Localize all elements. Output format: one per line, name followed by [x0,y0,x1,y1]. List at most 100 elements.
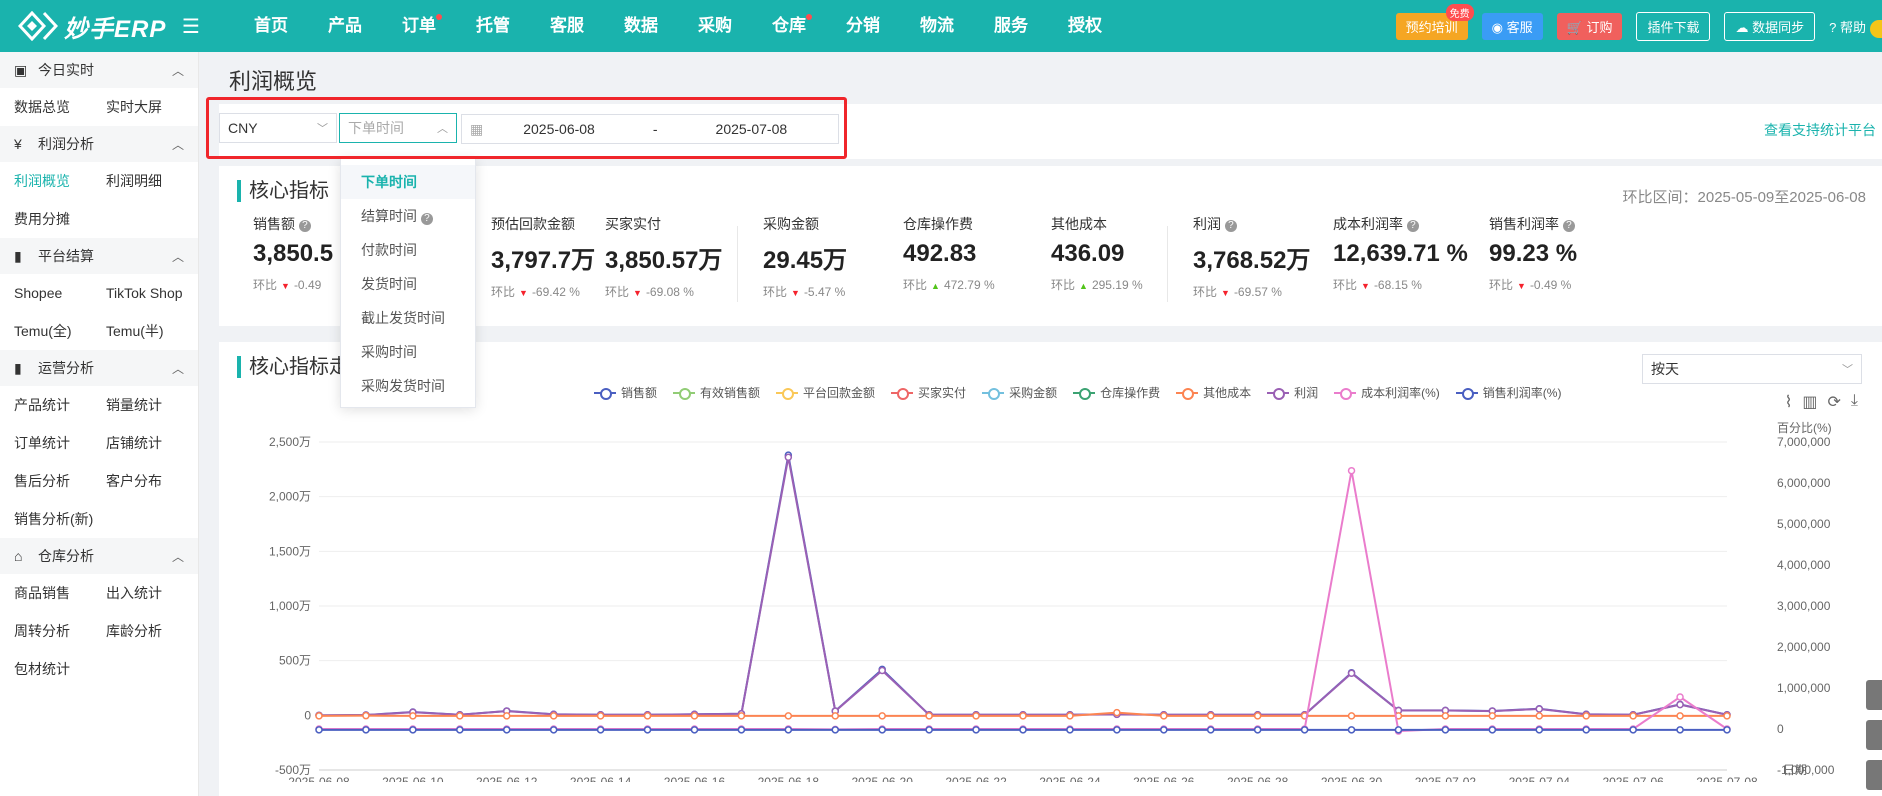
metric-label: 销售额 ? [253,214,333,234]
sidebar-item[interactable]: 订单统计 [14,424,106,462]
nav-item[interactable]: 物流 [900,0,974,52]
date-end[interactable]: 2025-07-08 [716,121,788,137]
dropdown-option-label: 结算时间 [361,208,417,224]
sidebar-sub-items: 利润概览 利润明细 费用分摊 [0,162,198,238]
sidebar-section-header[interactable]: ▮ 平台结算 ︿ [0,238,198,274]
nav-item[interactable]: 首页 [234,0,308,52]
sidebar-item[interactable]: 产品统计 [14,386,106,424]
sidebar-section-header[interactable]: ¥ 利润分析 ︿ [0,126,198,162]
sidebar-item[interactable]: 销售分析(新) [14,500,106,538]
sidebar-item[interactable]: 利润明细 [106,162,206,200]
dropdown-option[interactable]: 采购发货时间 [341,369,475,403]
metric-label: 买家实付 [605,214,722,234]
nav-item-label: 分销 [846,16,880,35]
sidebar-section-header[interactable]: ▮ 运营分析 ︿ [0,350,198,386]
data-point [1676,693,1684,701]
sidebar-item[interactable]: 店铺统计 [106,424,206,462]
logo[interactable]: 妙手ERP [0,9,200,44]
notification-dot [436,14,442,20]
data-point [1066,712,1074,720]
sidebar-item[interactable]: 实时大屏 [106,88,206,126]
sidebar-item[interactable]: 包材统计 [14,650,106,688]
nav-item[interactable]: 服务 [974,0,1048,52]
side-float-button[interactable] [1866,680,1882,710]
data-point [1535,705,1544,713]
nav-item[interactable]: 客服 [530,0,604,52]
dropdown-option[interactable]: 下单时间 [341,165,475,199]
metric-value: 99.23 % [1489,240,1578,267]
compare-label: 环比 [605,285,630,299]
side-float-button[interactable] [1866,720,1882,750]
data-point [315,726,323,734]
subscribe-button[interactable]: 🛒 订购 [1556,12,1623,40]
y-right-tick-label: 3,000,000 [1777,599,1831,613]
menu-toggle-icon[interactable]: ☰ [182,14,204,39]
sidebar-item[interactable]: Temu(半) [106,312,206,350]
side-float-button[interactable] [1866,760,1882,790]
data-point [1347,712,1356,720]
question-icon: ? [1829,19,1837,35]
help-link[interactable]: ? 帮助 [1829,17,1866,36]
plugin-download-button[interactable]: 插件下载 [1636,11,1711,41]
nav-item-label: 托管 [476,16,510,35]
date-range-picker[interactable]: ▦ 2025-06-08 - 2025-07-08 [461,114,839,144]
chevron-up-icon: ︿ [171,63,184,78]
data-point [1113,726,1121,734]
currency-select[interactable]: CNY ﹀ [219,113,337,143]
sidebar-item[interactable]: 周转分析 [14,612,106,650]
dropdown-option[interactable]: 结算时间 ? [341,199,475,233]
sidebar-item[interactable]: 数据总览 [14,88,106,126]
help-icon[interactable]: ? [1224,220,1237,232]
main-nav: 首页 产品 订单 托管 客服 数据 采购 仓库 分销 物流 服务 授权 [234,0,1122,52]
dropdown-option-label: 采购时间 [361,344,417,360]
dropdown-option[interactable]: 截止发货时间 [341,301,475,335]
nav-item[interactable]: 仓库 [752,0,826,52]
nav-item[interactable]: 授权 [1048,0,1122,52]
time-type-select[interactable]: 下单时间 ︿ [339,113,457,143]
x-tick-label: 2025-06-20 [852,775,914,782]
support-platforms-link[interactable]: 查看支持统计平台 [1764,120,1876,140]
dropdown-option[interactable]: 付款时间 [341,233,475,267]
chat-icon: ◉ [1491,19,1503,35]
sidebar-section-header[interactable]: ⌂ 仓库分析 ︿ [0,538,198,574]
currency-value: CNY [228,120,258,136]
dropdown-option[interactable]: 采购时间 [341,335,475,369]
data-point [643,712,652,720]
sidebar-item[interactable]: TikTok Shop [106,274,206,312]
data-point [1253,726,1262,734]
help-icon[interactable]: ? [298,220,311,232]
sidebar-item[interactable]: Shopee [14,274,106,312]
metric-label-text: 销售额 [253,216,295,232]
date-start[interactable]: 2025-06-08 [523,121,595,137]
nav-item[interactable]: 产品 [308,0,382,52]
sidebar-section-header[interactable]: ▣ 今日实时 ︿ [0,52,198,88]
nav-item[interactable]: 托管 [456,0,530,52]
dropdown-option[interactable]: 发货时间 [341,267,475,301]
data-sync-button[interactable]: ☁ 数据同步 [1724,11,1816,41]
notification-dot [806,14,812,20]
sidebar-item[interactable]: 利润概览 [14,162,106,200]
sidebar-item[interactable]: 商品销售 [14,574,106,612]
nav-item[interactable]: 数据 [604,0,678,52]
help-icon[interactable]: ? [1406,220,1419,232]
help-icon[interactable]: ? [1562,220,1575,232]
sidebar-item[interactable]: 售后分析 [14,462,106,500]
sidebar-item[interactable]: 客户分布 [106,462,206,500]
sidebar-item[interactable]: 出入统计 [106,574,206,612]
nav-item[interactable]: 分销 [826,0,900,52]
nav-item[interactable]: 采购 [678,0,752,52]
sidebar-item[interactable]: Temu(全) [14,312,106,350]
nav-item[interactable]: 订单 [382,0,456,52]
series-line [318,457,1728,717]
customer-service-button[interactable]: ◉ 客服 [1481,12,1543,40]
data-point [1629,712,1637,720]
trend-down-icon: ▼ [1221,288,1230,298]
compare-value: 472.79 % [943,278,995,292]
sidebar-item[interactable]: 库龄分析 [106,612,206,650]
book-training-button[interactable]: 预约培训 免费 [1395,3,1474,40]
sidebar-item[interactable]: 费用分摊 [14,200,106,238]
sidebar-item[interactable]: 销量统计 [106,386,206,424]
help-icon[interactable]: ? [420,213,433,225]
user-avatar[interactable] [1870,20,1882,38]
metric-label-text: 其他成本 [1051,216,1107,232]
